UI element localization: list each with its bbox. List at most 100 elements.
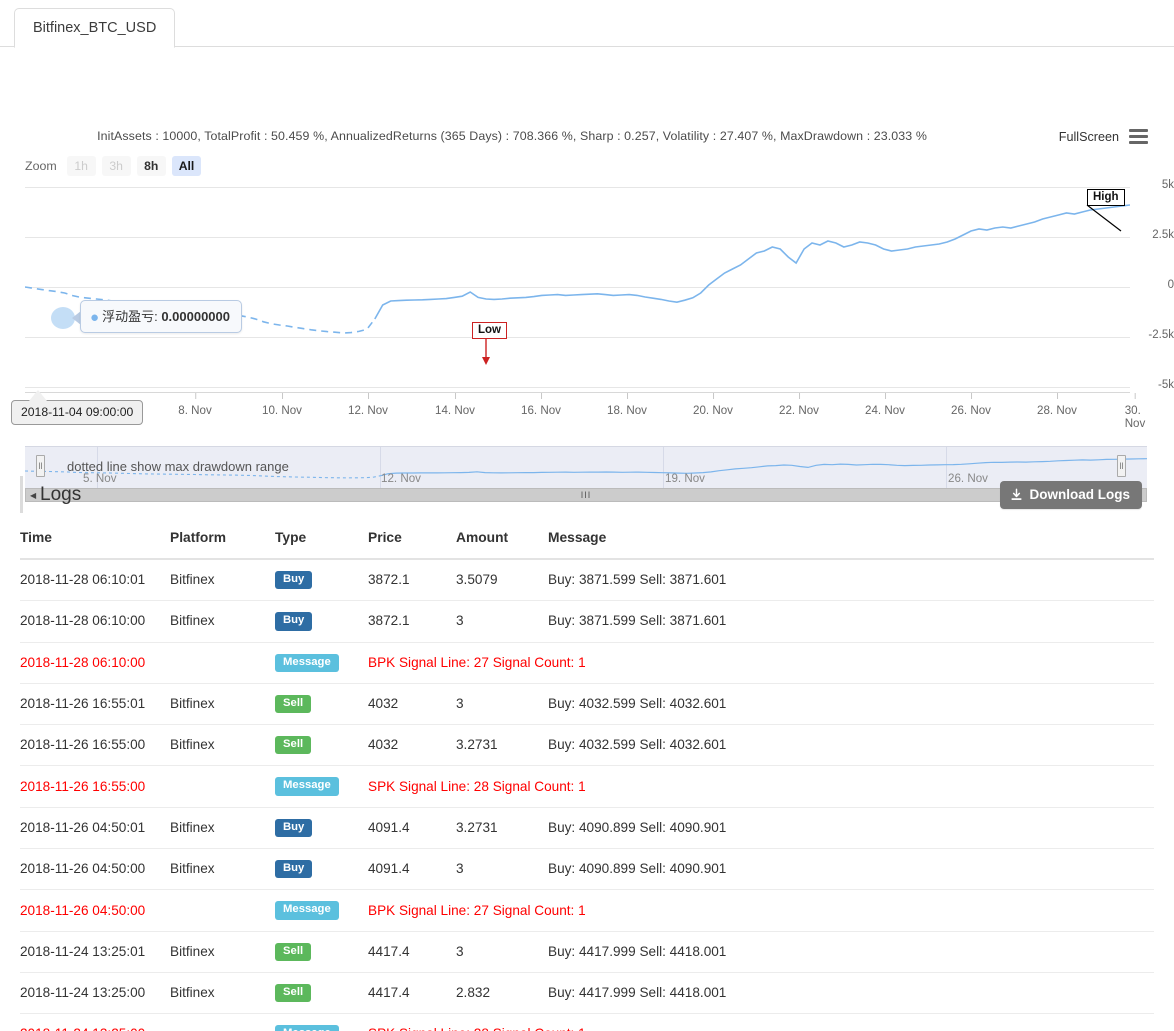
x-axis-tick-5: 18. Nov — [607, 393, 647, 417]
column-header-price: Price — [368, 530, 456, 560]
table-row: 2018-11-28 06:10:00 Bitfinex Buy 3872.1 3 Buy… — [20, 600, 1154, 643]
cell-time: 2018-11-26 04:50:00 — [20, 848, 170, 891]
zoom-range-selector: Zoom 1h 3h 8h All — [25, 156, 202, 176]
cell-platform: Bitfinex — [170, 931, 275, 973]
cell-message: Buy: 3871.599 Sell: 3871.601 — [548, 559, 1154, 602]
cell-platform: Bitfinex — [170, 807, 275, 850]
x-axis-tick-1: 10. Nov — [262, 393, 302, 417]
logs-table-header-row: Time Platform Type Price Amount Message — [20, 530, 1154, 560]
logs-table: Time Platform Type Price Amount Message … — [20, 530, 1154, 1031]
chart-stats-subtitle: InitAssets : 10000, TotalProfit : 50.459… — [97, 129, 927, 143]
x-axis-tick-11: 30. Nov — [1125, 393, 1145, 430]
cell-price: 3872.1 — [368, 600, 456, 643]
cell-message: Buy: 4032.599 Sell: 4032.601 — [548, 724, 1154, 767]
logs-header: Logs Download Logs — [0, 470, 1174, 522]
cell-time: 2018-11-28 06:10:00 — [20, 642, 170, 684]
hamburger-menu-icon[interactable] — [1129, 129, 1148, 144]
crosshair-time-label: 2018-11-04 09:00:00 — [11, 400, 144, 425]
status-badge-message: Message — [275, 901, 339, 920]
cell-type: Message — [275, 765, 368, 808]
cell-amount: 3.2731 — [456, 724, 548, 767]
x-axis-tick-4: 16. Nov — [521, 393, 561, 417]
cell-type: Buy — [275, 848, 368, 891]
cell-message: Buy: 3871.599 Sell: 3871.601 — [548, 600, 1154, 643]
logs-table-body: 2018-11-28 06:10:01 Bitfinex Buy 3872.1 3.50… — [20, 559, 1154, 1031]
series-color-dot: ● — [90, 309, 100, 326]
status-badge-buy: Buy — [275, 571, 313, 590]
download-icon — [1011, 488, 1021, 500]
status-badge-sell: Sell — [275, 736, 312, 755]
table-row: 2018-11-26 16:55:00 Bitfinex Sell 4032 3.273… — [20, 724, 1154, 767]
table-row: 2018-11-24 13:25:00 Bitfinex Sell 4417.4 2.8… — [20, 972, 1154, 1015]
cell-type: Buy — [275, 600, 368, 643]
navigator-handle-right[interactable]: ll — [1117, 455, 1126, 477]
cell-platform — [170, 642, 275, 684]
column-header-time: Time — [20, 530, 170, 560]
status-badge-sell: Sell — [275, 942, 312, 961]
zoom-button-8h[interactable]: 8h — [136, 156, 166, 176]
table-row: 2018-11-24 13:25:01 Bitfinex Sell 4417.4 3 Bu… — [20, 931, 1154, 973]
cell-platform — [170, 889, 275, 932]
cell-message: Buy: 4090.899 Sell: 4090.901 — [548, 848, 1154, 891]
cell-time: 2018-11-26 16:55:01 — [20, 683, 170, 726]
cell-message: Buy: 4090.899 Sell: 4090.901 — [548, 807, 1154, 850]
cell-type: Buy — [275, 807, 368, 850]
x-axis-tick-8: 24. Nov — [865, 393, 905, 417]
crosshair-notch — [29, 390, 47, 401]
x-axis-tick-7: 22. Nov — [779, 393, 819, 417]
zoom-button-1h[interactable]: 1h — [66, 156, 96, 176]
cell-amount: 3.2731 — [456, 807, 548, 850]
zoom-button-all[interactable]: All — [171, 156, 202, 176]
x-axis-tick-2: 12. Nov — [348, 393, 388, 417]
navigator-date-1: 12. Nov — [381, 472, 421, 485]
cell-time: 2018-11-24 13:25:01 — [20, 931, 170, 973]
cell-amount: 3 — [456, 683, 548, 726]
y-axis-tick-2_5k: 2.5k — [1152, 229, 1174, 241]
cell-message: SPK Signal Line: 28 Signal Count: 1 — [368, 765, 1154, 808]
cell-time: 2018-11-26 16:55:00 — [20, 724, 170, 767]
y-axis-tick-neg5k: -5k — [1158, 379, 1174, 391]
table-row: 2018-11-26 16:55:00 Message SPK Signal Lin… — [20, 765, 1154, 808]
cell-type: Buy — [275, 559, 368, 602]
cell-type: Message — [275, 1013, 368, 1031]
cell-time: 2018-11-28 06:10:01 — [20, 559, 170, 602]
column-header-message: Message — [548, 530, 1154, 560]
navigator-handle-left[interactable]: ll — [36, 455, 45, 477]
status-badge-sell: Sell — [275, 983, 312, 1003]
tooltip-series-label: 浮动盈亏: — [102, 309, 158, 324]
cell-type: Sell — [275, 724, 368, 767]
status-badge-buy: Buy — [275, 612, 313, 631]
cell-price: 4032 — [368, 724, 456, 767]
table-row: 2018-11-28 06:10:00 Message BPK Signal Lin… — [20, 642, 1154, 684]
cell-type: Sell — [275, 972, 368, 1015]
cell-platform: Bitfinex — [170, 600, 275, 643]
navigator-date-2: 19. Nov — [665, 472, 705, 485]
low-flag-annotation[interactable]: Low — [472, 322, 507, 339]
equity-curve-plot[interactable]: 5k 2.5k 0 -2.5k -5k ● 浮动盈亏: 0.00000000 Hi… — [25, 179, 1174, 391]
y-axis-tick-neg2_5k: -2.5k — [1148, 329, 1174, 341]
chart-context-controls: FullScreen — [1059, 129, 1148, 144]
download-logs-label: Download Logs — [1029, 487, 1131, 502]
table-row: 2018-11-26 04:50:00 Bitfinex Buy 4091.4 3 Buy… — [20, 848, 1154, 891]
status-badge-message: Message — [275, 777, 339, 796]
cell-amount: 2.832 — [456, 972, 548, 1015]
column-header-type: Type — [275, 530, 368, 560]
cell-price: 4091.4 — [368, 848, 456, 891]
status-badge-message: Message — [275, 653, 339, 672]
y-axis-tick-5k: 5k — [1161, 179, 1174, 191]
cell-time: 2018-11-26 16:55:00 — [20, 765, 170, 808]
fullscreen-button[interactable]: FullScreen — [1059, 130, 1119, 144]
cell-price: 4032 — [368, 683, 456, 726]
table-row: 2018-11-26 04:50:00 Message BPK Signal Lin… — [20, 889, 1154, 932]
cell-message: Buy: 4032.599 Sell: 4032.601 — [548, 683, 1154, 726]
logs-title-group: Logs — [20, 476, 81, 513]
high-flag-annotation[interactable]: High — [1087, 189, 1125, 206]
cell-message: BPK Signal Line: 27 Signal Count: 1 — [368, 642, 1154, 684]
tab-bitfinex-btc-usd[interactable]: Bitfinex_BTC_USD — [14, 8, 176, 48]
zoom-button-3h[interactable]: 3h — [101, 156, 131, 176]
download-logs-button[interactable]: Download Logs — [999, 481, 1142, 509]
tab-bar: Bitfinex_BTC_USD — [0, 0, 1174, 48]
cell-amount: 3 — [456, 848, 548, 891]
cell-platform: Bitfinex — [170, 848, 275, 891]
cell-time: 2018-11-24 13:25:00 — [20, 972, 170, 1015]
